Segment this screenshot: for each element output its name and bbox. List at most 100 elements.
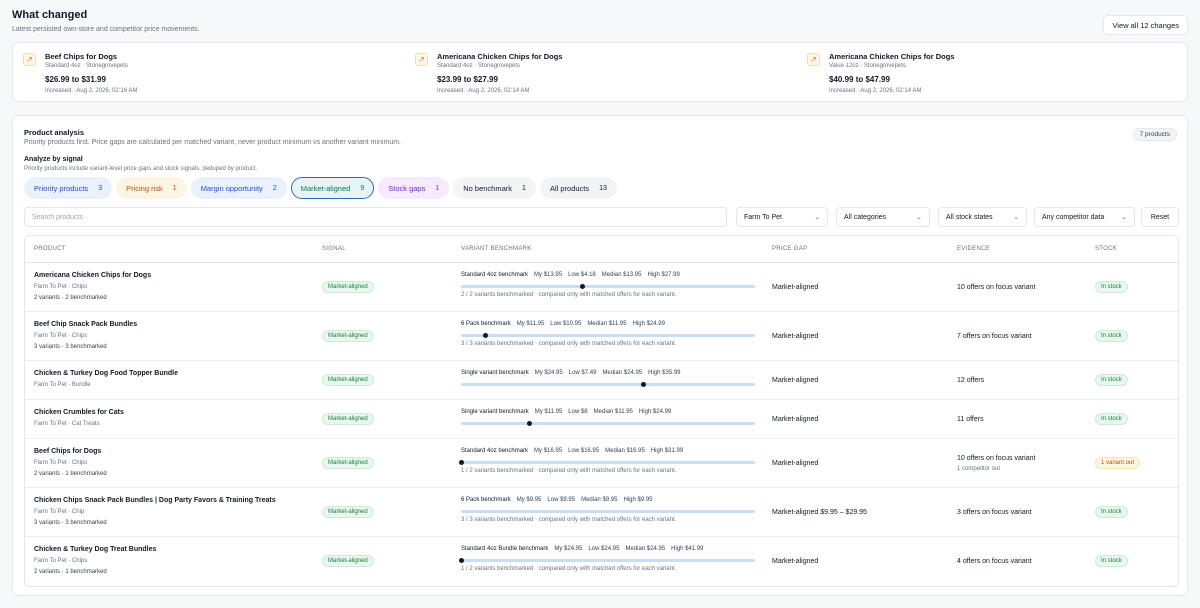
change-price: $40.99 to $47.99: [829, 75, 890, 84]
benchmark-high: High $27.99: [647, 272, 680, 278]
table-row[interactable]: Beef Chip Snack Pack Bundles Farm To Pet …: [25, 312, 1178, 361]
benchmark-low: Low $16.95: [568, 448, 600, 454]
signal-badge: Market-aligned: [322, 506, 374, 518]
benchmark-note: 3 / 3 variants benchmarked · compared on…: [461, 517, 677, 523]
chevron-down-icon: ⌄: [814, 214, 820, 221]
signal-badge: Market-aligned: [322, 413, 374, 425]
chevron-down-icon: ⌄: [1121, 214, 1127, 221]
benchmark-my: My $24.95: [554, 546, 583, 552]
pill-count: 1: [172, 184, 177, 192]
table-row[interactable]: Chicken Crumbles for Cats Farm To Pet · C…: [25, 400, 1178, 439]
benchmark-range-bar: [459, 558, 755, 563]
evidence: 10 offers on focus variant: [957, 284, 1036, 291]
page-subtitle: Latest persisted own-store and competito…: [12, 26, 200, 33]
my-price-marker: [459, 460, 464, 465]
table-row[interactable]: Chicken Chips Snack Pack Bundles | Dog P…: [25, 488, 1178, 537]
benchmark-median: Median $24.95: [602, 370, 643, 376]
product-meta: Farm To Pet · Chips: [34, 558, 88, 564]
change-item[interactable]: ↗ Americana Chicken Chips for Dogs Value…: [797, 51, 1177, 97]
change-item[interactable]: ↗ Americana Chicken Chips for Dogs Stand…: [405, 51, 785, 97]
pill-no-benchmark[interactable]: No benchmark 1: [453, 177, 536, 199]
product-name[interactable]: Beef Chips for Dogs: [34, 448, 101, 455]
signal-pills: Priority products 3 Pricing risk 1 Margin …: [24, 177, 617, 199]
store-filter-select[interactable]: Farm To Pet ⌄: [736, 207, 828, 227]
benchmark-label: Standard 4oz benchmark My $13.95 Low $4.18…: [461, 272, 680, 278]
table-row[interactable]: Chicken & Turkey Dog Treat Bundles Farm T…: [25, 537, 1178, 586]
header-evidence: EVIDENCE: [957, 246, 991, 252]
price-gap: Market-aligned: [772, 558, 819, 565]
change-product-name: Americana Chicken Chips for Dogs: [437, 52, 563, 61]
product-analysis-card: Product analysis Priority products first…: [12, 115, 1188, 596]
product-name[interactable]: Beef Chip Snack Pack Bundles: [34, 321, 137, 328]
evidence: 12 offers: [957, 377, 985, 384]
evidence: 11 offers: [957, 416, 984, 423]
benchmark-high: High $31.99: [650, 448, 684, 454]
pill-priority-products[interactable]: Priority products 3: [24, 177, 113, 199]
pill-label: Stock gaps: [388, 183, 426, 193]
price-gap: Market-aligned: [772, 284, 819, 291]
pill-market-aligned[interactable]: Market-aligned 9: [290, 177, 375, 199]
pill-stock-gaps[interactable]: Stock gaps 1: [378, 177, 450, 199]
benchmark-name: Standard 4oz Bundle benchmark: [461, 546, 549, 552]
signal-badge: Market-aligned: [322, 374, 374, 386]
benchmark-name: Single variant benchmark: [461, 370, 529, 376]
reset-button[interactable]: Reset: [1141, 207, 1179, 227]
table-row[interactable]: Chicken & Turkey Dog Food Topper Bundle F…: [25, 361, 1178, 400]
change-variant: Standard 4oz · Stonegrovepets: [437, 63, 521, 69]
table-row[interactable]: Americana Chicken Chips for Dogs Farm To …: [25, 263, 1178, 312]
stock-badge: In stock: [1095, 555, 1128, 567]
table-row[interactable]: Beef Chips for Dogs Farm To Pet · Chips 2 …: [25, 439, 1178, 488]
product-meta: Farm To Pet · Chips: [34, 333, 88, 339]
pill-all-products[interactable]: All products 13: [539, 177, 617, 199]
my-price-marker: [459, 558, 464, 563]
pill-label: All products: [549, 183, 590, 193]
chevron-down-icon: ⌄: [916, 214, 922, 221]
benchmark-high: High $24.99: [632, 321, 665, 327]
product-name[interactable]: Chicken & Turkey Dog Treat Bundles: [34, 546, 156, 553]
signal-badge: Market-aligned: [322, 330, 374, 342]
stock-filter-select[interactable]: All stock states ⌄: [938, 207, 1027, 227]
benchmark-median: Median $24.95: [625, 546, 666, 552]
product-variants: 3 variants · 3 benchmarked: [34, 344, 107, 350]
pill-count: 2: [272, 184, 277, 192]
benchmark-high: High $41.99: [671, 546, 704, 552]
benchmark-high: High $35.99: [648, 370, 681, 376]
benchmark-median: Median $16.95: [605, 448, 645, 454]
pill-count: 13: [599, 184, 607, 192]
change-meta: Increased · Aug 2, 2026, 02:14 AM: [829, 88, 922, 94]
benchmark-range-bar: [461, 382, 755, 387]
header-price-gap: PRICE GAP: [772, 246, 808, 252]
search-input[interactable]: Search products: [24, 207, 727, 227]
filter-value: Farm To Pet: [744, 213, 782, 221]
benchmark-high: High $24.99: [638, 409, 672, 415]
pill-label: Margin opportunity: [200, 183, 263, 193]
pill-margin-opportunity[interactable]: Margin opportunity 2: [190, 177, 287, 199]
change-item[interactable]: ↗ Beef Chips for Dogs Standard 4oz · Sto…: [13, 51, 393, 97]
benchmark-median: Median $11.95: [587, 321, 627, 327]
product-name[interactable]: Americana Chicken Chips for Dogs: [34, 272, 151, 279]
signal-badge: Market-aligned: [322, 281, 374, 293]
product-name[interactable]: Chicken Crumbles for Cats: [34, 409, 124, 416]
benchmark-my: My $11.95: [534, 409, 563, 415]
pill-label: Priority products: [34, 183, 89, 193]
view-all-changes-button[interactable]: View all 12 changes: [1103, 15, 1188, 35]
benchmark-median: Median $9.95: [581, 497, 618, 503]
stock-badge: In stock: [1095, 413, 1128, 425]
competitor-filter-select[interactable]: Any competitor data ⌄: [1034, 207, 1135, 227]
pill-label: No benchmark: [463, 183, 513, 193]
product-name[interactable]: Chicken Chips Snack Pack Bundles | Dog P…: [34, 497, 276, 504]
pill-label: Market-aligned: [300, 183, 351, 193]
change-product-name: Beef Chips for Dogs: [45, 52, 118, 61]
change-price: $23.99 to $27.99: [437, 75, 498, 84]
category-filter-select[interactable]: All categories ⌄: [836, 207, 930, 227]
product-meta: Farm To Pet · Chips: [34, 460, 88, 466]
stock-badge: In stock: [1095, 506, 1128, 518]
page-title: What changed: [12, 9, 88, 21]
benchmark-range-bar: [461, 421, 755, 426]
pill-pricing-risk[interactable]: Pricing risk 1: [116, 177, 187, 199]
product-name[interactable]: Chicken & Turkey Dog Food Topper Bundle: [34, 370, 178, 377]
benchmark-low: Low $24.95: [588, 546, 620, 552]
evidence: 10 offers on focus variant: [957, 455, 1036, 462]
benchmark-name: Standard 4oz benchmark: [461, 272, 529, 278]
benchmark-note: 3 / 3 variants benchmarked · compared on…: [461, 341, 677, 347]
